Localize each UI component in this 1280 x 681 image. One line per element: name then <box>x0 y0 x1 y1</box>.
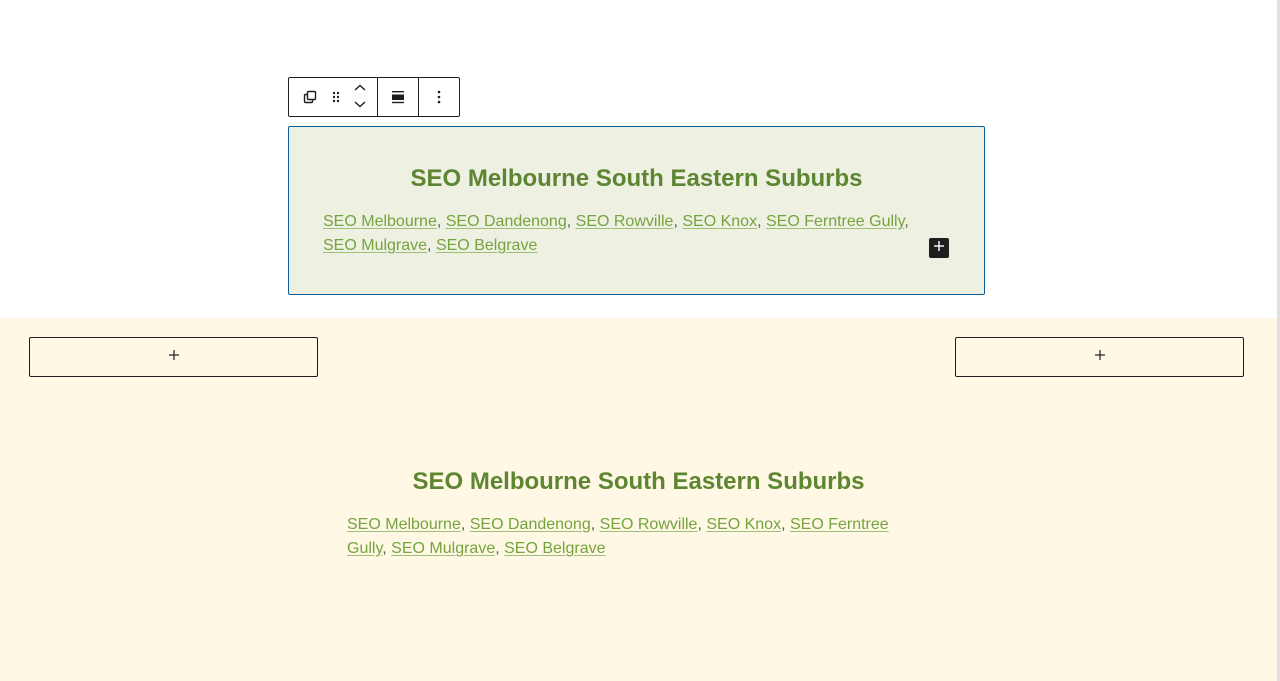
link-seo-dandenong[interactable]: SEO Dandenong <box>470 516 591 533</box>
link-seo-belgrave[interactable]: SEO Belgrave <box>436 237 537 254</box>
toolbar-group-options <box>418 78 459 116</box>
cream-suburb-links-paragraph[interactable]: SEO Melbourne, SEO Dandenong, SEO Rowvil… <box>347 513 927 561</box>
link-seo-ferntree-gully[interactable]: SEO Ferntree Gully <box>766 213 904 230</box>
link-seo-dandenong[interactable]: SEO Dandenong <box>446 213 567 230</box>
drag-handle-icon <box>331 90 341 104</box>
drag-handle-button[interactable] <box>329 78 343 116</box>
select-parent-button[interactable] <box>289 78 329 116</box>
block-heading[interactable]: SEO Melbourne South Eastern Suburbs <box>289 165 984 193</box>
link-seo-melbourne[interactable]: SEO Melbourne <box>347 516 461 533</box>
align-icon <box>390 89 406 105</box>
move-down-icon[interactable] <box>353 99 367 112</box>
link-seo-melbourne[interactable]: SEO Melbourne <box>323 213 437 230</box>
block-toolbar <box>288 77 460 117</box>
plus-icon <box>1094 348 1106 366</box>
link-seo-knox[interactable]: SEO Knox <box>682 213 757 230</box>
cream-block-heading[interactable]: SEO Melbourne South Eastern Suburbs <box>0 468 1277 496</box>
link-seo-mulgrave[interactable]: SEO Mulgrave <box>391 540 495 557</box>
link-seo-belgrave[interactable]: SEO Belgrave <box>504 540 605 557</box>
align-button[interactable] <box>378 78 418 116</box>
select-parent-icon <box>302 89 318 105</box>
cream-cover-section: SEO Melbourne South Eastern Suburbs SEO … <box>0 318 1277 681</box>
more-options-icon <box>436 89 442 105</box>
move-buttons <box>343 78 377 116</box>
plus-icon <box>933 239 945 257</box>
link-seo-rowville[interactable]: SEO Rowville <box>600 516 698 533</box>
link-seo-mulgrave[interactable]: SEO Mulgrave <box>323 237 427 254</box>
more-options-button[interactable] <box>419 78 459 116</box>
suburb-links-paragraph[interactable]: SEO Melbourne, SEO Dandenong, SEO Rowvil… <box>323 210 923 258</box>
add-block-button-left[interactable] <box>29 337 318 377</box>
toolbar-group-block <box>289 78 377 116</box>
plus-icon <box>168 348 180 366</box>
link-seo-knox[interactable]: SEO Knox <box>706 516 781 533</box>
link-seo-rowville[interactable]: SEO Rowville <box>576 213 674 230</box>
add-block-button-right[interactable] <box>955 337 1244 377</box>
move-up-icon[interactable] <box>353 83 367 96</box>
toolbar-group-align <box>377 78 418 116</box>
selected-group-block[interactable]: SEO Melbourne South Eastern Suburbs SEO … <box>288 126 985 295</box>
editor-canvas: SEO Melbourne South Eastern Suburbs SEO … <box>0 0 1280 681</box>
block-inserter-button[interactable] <box>929 238 949 258</box>
